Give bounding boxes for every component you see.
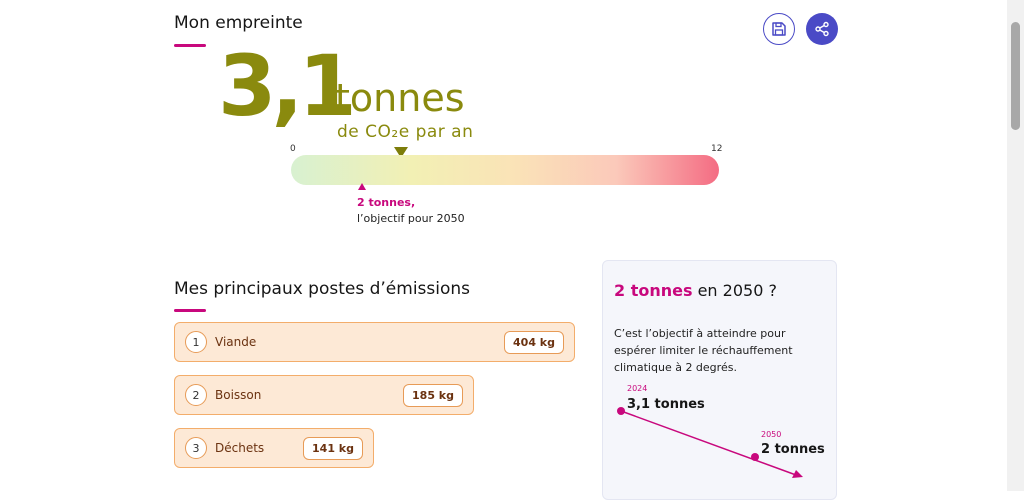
save-icon xyxy=(772,22,786,36)
emission-value: 404 kg xyxy=(504,330,564,354)
footprint-unit: tonnes xyxy=(335,76,465,120)
page-title: Mon empreinte xyxy=(174,13,303,33)
emission-item[interactable]: 3 Déchets 141 kg xyxy=(174,428,374,468)
emission-label: Boisson xyxy=(215,388,262,402)
end-value-label: 2 tonnes xyxy=(761,442,825,457)
start-value-label: 3,1 tonnes xyxy=(627,397,705,412)
goal-2050-card: 2 tonnes en 2050 ? C’est l’objectif à at… xyxy=(602,260,837,500)
title-underline xyxy=(174,44,206,47)
goal-card-title: 2 tonnes en 2050 ? xyxy=(614,281,777,300)
emissions-title-underline xyxy=(174,309,206,312)
trajectory-chart xyxy=(617,407,803,478)
goal-amount: 2 tonnes, xyxy=(357,196,416,209)
start-year-label: 2024 xyxy=(627,384,648,393)
emission-item[interactable]: 1 Viande 404 kg xyxy=(174,322,575,362)
save-button[interactable] xyxy=(763,13,795,45)
goal-card-text: C’est l’objectif à atteindre pour espére… xyxy=(614,327,793,374)
trajectory-end-point xyxy=(751,453,759,461)
footprint-value: 3,1 xyxy=(218,37,357,135)
share-icon xyxy=(815,21,829,37)
share-button[interactable] xyxy=(806,13,838,45)
emission-rank: 3 xyxy=(185,437,207,459)
goal-card-title-highlight: 2 tonnes xyxy=(614,281,693,300)
scale-min-label: 0 xyxy=(290,144,296,154)
scale-max-label: 12 xyxy=(711,144,723,154)
goal-card-title-rest: en 2050 ? xyxy=(692,281,777,300)
emission-rank: 1 xyxy=(185,331,207,353)
scrollbar-thumb[interactable] xyxy=(1011,22,1020,130)
footprint-subunit: de CO₂e par an xyxy=(337,122,474,142)
end-year-label: 2050 xyxy=(761,430,782,439)
footprint-gauge xyxy=(291,155,719,185)
trajectory-start-point xyxy=(617,407,625,415)
emission-item[interactable]: 2 Boisson 185 kg xyxy=(174,375,474,415)
emission-label: Viande xyxy=(215,335,257,349)
emission-label: Déchets xyxy=(215,441,265,455)
goal-description: l’objectif pour 2050 xyxy=(357,212,465,225)
emission-value: 185 kg xyxy=(403,383,463,407)
emission-rank: 2 xyxy=(185,384,207,406)
goal-marker xyxy=(358,183,367,190)
emissions-title: Mes principaux postes d’émissions xyxy=(174,279,471,299)
emission-value: 141 kg xyxy=(303,436,363,460)
